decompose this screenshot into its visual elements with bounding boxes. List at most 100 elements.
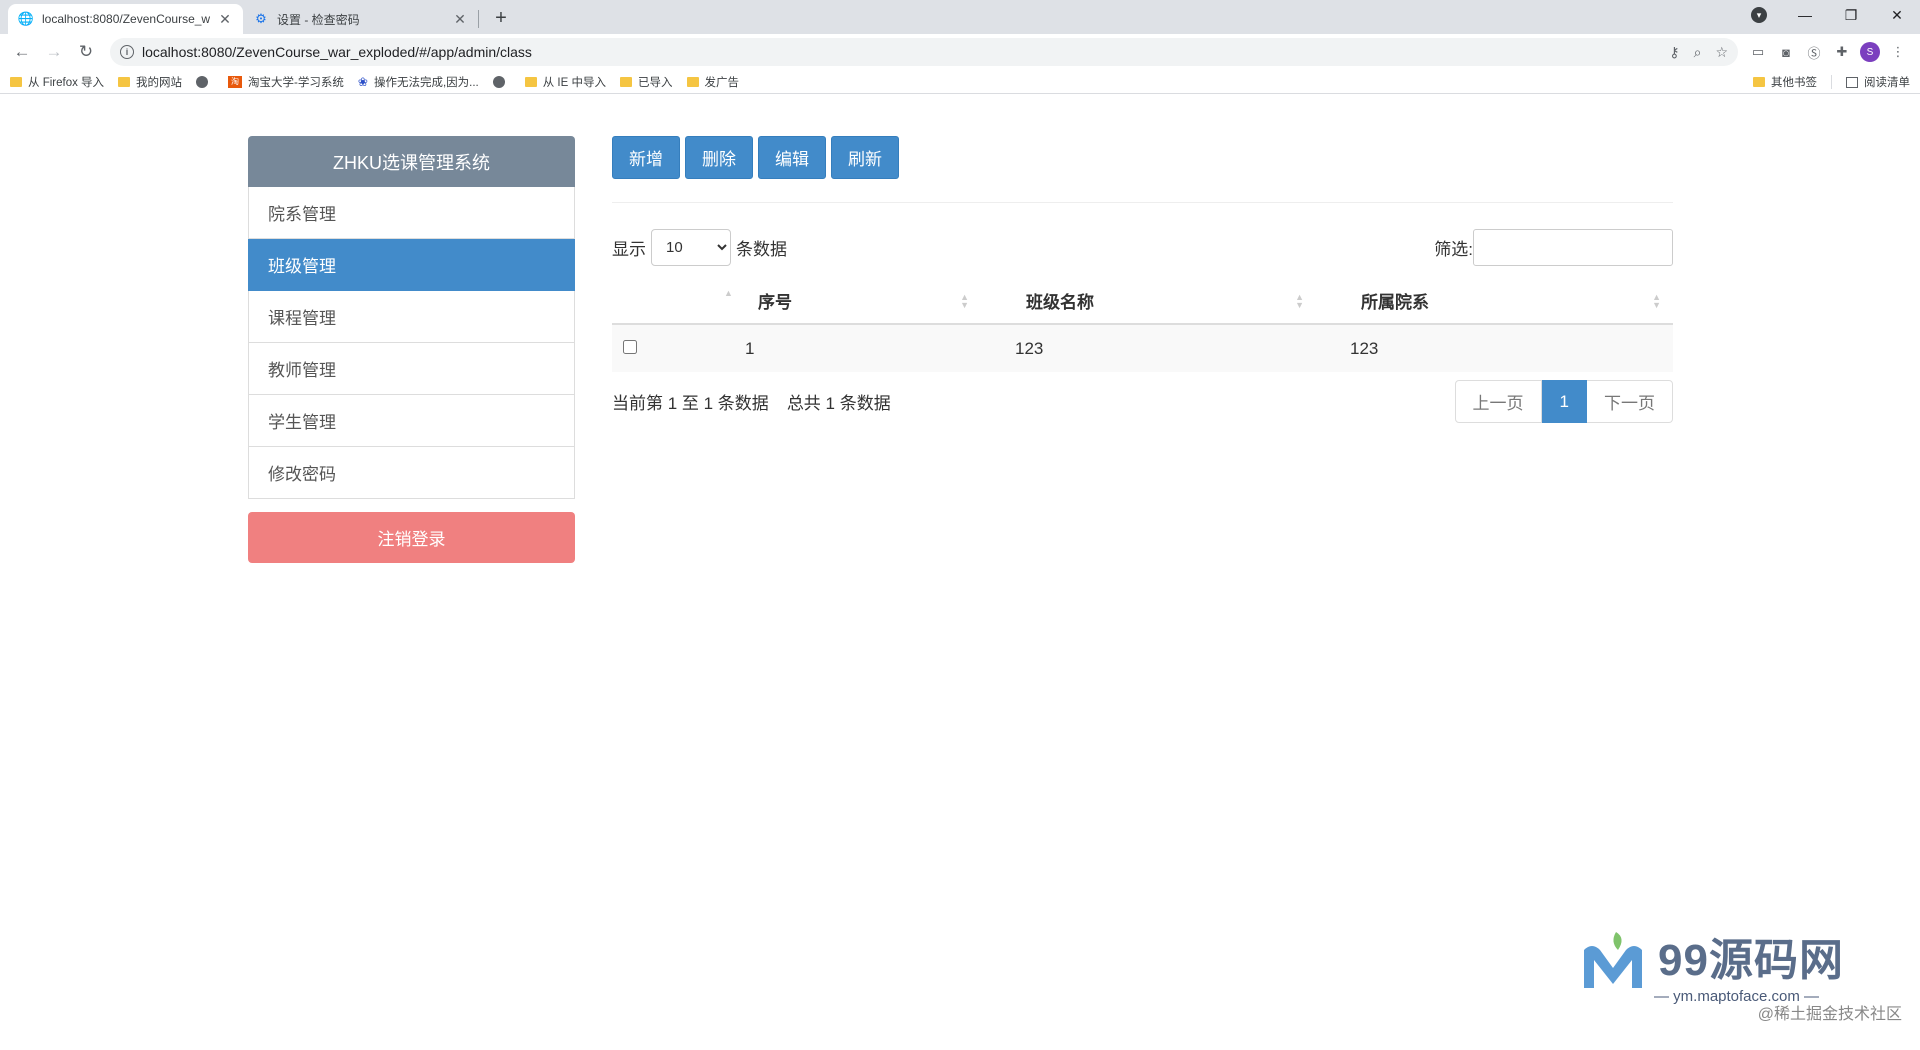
close-window-button[interactable]: ✕	[1874, 0, 1920, 30]
kebab-menu-icon[interactable]: ⋮	[1884, 38, 1912, 66]
tab-separator	[478, 10, 479, 28]
bookmark-globe-2[interactable]	[492, 75, 511, 88]
puzzle-extensions-icon[interactable]: ✚	[1828, 38, 1856, 66]
folder-icon	[1753, 77, 1765, 87]
tab-title: 设置 - 检查密码	[277, 12, 360, 27]
bookmark-ads[interactable]: 发广告	[686, 74, 739, 90]
chevron-down-icon: ▾	[1751, 7, 1767, 23]
watermark-logo	[1584, 932, 1642, 988]
bookmark-ie-import[interactable]: 从 IE 中导入	[524, 74, 606, 90]
main-content: 新增 删除 编辑 刷新 显示 10 条数据 筛选: ▲ 序号 ▲ ▼ 班级名称 …	[612, 136, 1673, 423]
length-prefix: 显示	[612, 240, 646, 259]
tab-title: localhost:8080/ZevenCourse_w	[42, 12, 211, 26]
sidebar-item-teachers[interactable]: 教师管理	[248, 343, 575, 395]
cell-class-name: 123	[981, 324, 1316, 372]
bookmark-my-site[interactable]: 我的网站	[118, 74, 182, 90]
info-range: 当前第 1 至 1 条数据	[612, 394, 769, 413]
cast-icon[interactable]: ▭	[1744, 38, 1772, 66]
page-1-button[interactable]: 1	[1541, 380, 1587, 423]
page-body: ZHKU选课管理系统 院系管理 班级管理 课程管理 教师管理 学生管理 修改密码…	[0, 94, 1920, 1028]
tab-close-icon[interactable]: ✕	[217, 11, 233, 27]
folder-icon	[118, 76, 131, 87]
browser-tab-bar: 🌐 localhost:8080/ZevenCourse_w ✕ ⚙ 设置 - …	[0, 0, 1920, 34]
bookmarks-right: 其他书签 阅读清单	[1739, 70, 1910, 94]
sort-asc-icon: ▲	[724, 288, 733, 298]
add-button[interactable]: 新增	[612, 136, 680, 179]
bookmarks-bar: 从 Firefox 导入 我的网站 淘淘宝大学-学习系统 ❀ 操作无法完成,因为.…	[0, 70, 1920, 94]
tab-search-button[interactable]: ▾	[1736, 0, 1782, 30]
folder-icon	[686, 76, 699, 87]
globe-icon	[492, 75, 505, 88]
sidebar-item-courses[interactable]: 课程管理	[248, 291, 575, 343]
key-icon[interactable]: ⚷	[1669, 44, 1679, 61]
tab-close-icon[interactable]: ✕	[452, 11, 468, 27]
table-info: 当前第 1 至 1 条数据 总共 1 条数据	[612, 389, 891, 414]
bookmark-globe-1[interactable]	[196, 75, 214, 88]
divider	[612, 202, 1673, 203]
cell-department: 123	[1316, 324, 1673, 372]
reading-list-icon	[1846, 76, 1858, 88]
settings-gear-icon: ⚙	[255, 11, 267, 26]
folder-icon	[10, 76, 22, 87]
next-page-button[interactable]: 下一页	[1587, 380, 1673, 423]
url-text[interactable]: localhost:8080/ZevenCourse_war_exploded/…	[142, 44, 1655, 60]
extensions-area: ▭ ◙ Ⓢ ✚ S ⋮	[1744, 38, 1912, 66]
sidebar-item-students[interactable]: 学生管理	[248, 395, 575, 447]
zoom-icon[interactable]: ⌕	[1694, 44, 1702, 61]
filter-label: 筛选:	[1434, 240, 1473, 259]
browser-toolbar: ← → ↻ i localhost:8080/ZevenCourse_war_e…	[0, 34, 1920, 70]
cell-id: 1	[740, 324, 981, 372]
window-controls: ▾ — ❐ ✕	[1736, 0, 1920, 30]
divider	[1831, 75, 1832, 89]
browser-tab-active[interactable]: 🌐 localhost:8080/ZevenCourse_w ✕	[8, 4, 243, 34]
sb-extension-icon[interactable]: Ⓢ	[1800, 38, 1828, 66]
filter-control: 筛选:	[1434, 229, 1673, 266]
column-header-id[interactable]: 序号 ▲ ▼	[740, 278, 981, 325]
refresh-button[interactable]: 刷新	[831, 136, 899, 179]
back-button[interactable]: ←	[8, 38, 36, 66]
row-checkbox[interactable]	[623, 339, 637, 354]
sidebar-item-departments[interactable]: 院系管理	[248, 187, 575, 239]
baidu-paw-icon: ❀	[357, 74, 368, 89]
bookmark-other[interactable]: 其他书签	[1753, 74, 1817, 90]
forward-button[interactable]: →	[40, 38, 68, 66]
restore-button[interactable]: ❐	[1828, 0, 1874, 30]
prev-page-button[interactable]: 上一页	[1454, 380, 1542, 423]
action-toolbar: 新增 删除 编辑 刷新	[612, 136, 1673, 179]
watermark: 99源码网 — ym.maptoface.com — @稀土掘金技术社区	[1582, 908, 1902, 1028]
page-length-select[interactable]: 10	[651, 229, 731, 266]
profile-avatar[interactable]: S	[1856, 38, 1884, 66]
table-row[interactable]: 1 123 123	[612, 324, 1673, 372]
app-brand: ZHKU选课管理系统	[248, 136, 575, 187]
table-controls: 显示 10 条数据 筛选:	[612, 229, 1673, 266]
reload-button[interactable]: ↻	[72, 38, 100, 66]
bookmark-baidu[interactable]: ❀ 操作无法完成,因为...	[358, 74, 479, 90]
column-header-department[interactable]: 所属院系 ▲ ▼	[1316, 278, 1673, 325]
bookmark-imported[interactable]: 已导入	[620, 74, 673, 90]
browser-tab-settings[interactable]: ⚙ 设置 - 检查密码 ✕	[243, 4, 478, 34]
filter-input[interactable]	[1473, 229, 1673, 266]
delete-button[interactable]: 删除	[685, 136, 753, 179]
sidebar-item-change-password[interactable]: 修改密码	[248, 447, 575, 499]
camera-icon[interactable]: ◙	[1772, 38, 1800, 66]
class-table: ▲ 序号 ▲ ▼ 班级名称 ▲ ▼ 所属院系 ▲ ▼ 1 123 123	[612, 278, 1673, 372]
minimize-button[interactable]: —	[1782, 0, 1828, 30]
table-header-row: ▲ 序号 ▲ ▼ 班级名称 ▲ ▼ 所属院系 ▲ ▼	[612, 278, 1673, 325]
column-header-class-name[interactable]: 班级名称 ▲ ▼	[981, 278, 1316, 325]
site-info-icon[interactable]: i	[120, 45, 134, 59]
bookmark-firefox-import[interactable]: 从 Firefox 导入	[10, 74, 104, 90]
row-select-cell	[612, 324, 740, 372]
logout-button[interactable]: 注销登录	[248, 512, 575, 563]
edit-button[interactable]: 编辑	[758, 136, 826, 179]
bookmark-taobao[interactable]: 淘淘宝大学-学习系统	[228, 74, 344, 90]
address-bar[interactable]: i localhost:8080/ZevenCourse_war_explode…	[110, 38, 1738, 66]
table-footer: 当前第 1 至 1 条数据 总共 1 条数据 上一页 1 下一页	[612, 380, 1673, 423]
reading-list[interactable]: 阅读清单	[1846, 74, 1910, 90]
new-tab-button[interactable]: +	[487, 4, 515, 32]
length-suffix: 条数据	[736, 240, 787, 259]
column-header-select[interactable]: ▲	[612, 278, 740, 325]
sidebar-item-classes[interactable]: 班级管理	[248, 239, 575, 291]
star-bookmark-icon[interactable]: ☆	[1715, 44, 1728, 61]
sort-both-icon: ▲ ▼	[960, 291, 969, 310]
folder-icon	[620, 76, 632, 87]
